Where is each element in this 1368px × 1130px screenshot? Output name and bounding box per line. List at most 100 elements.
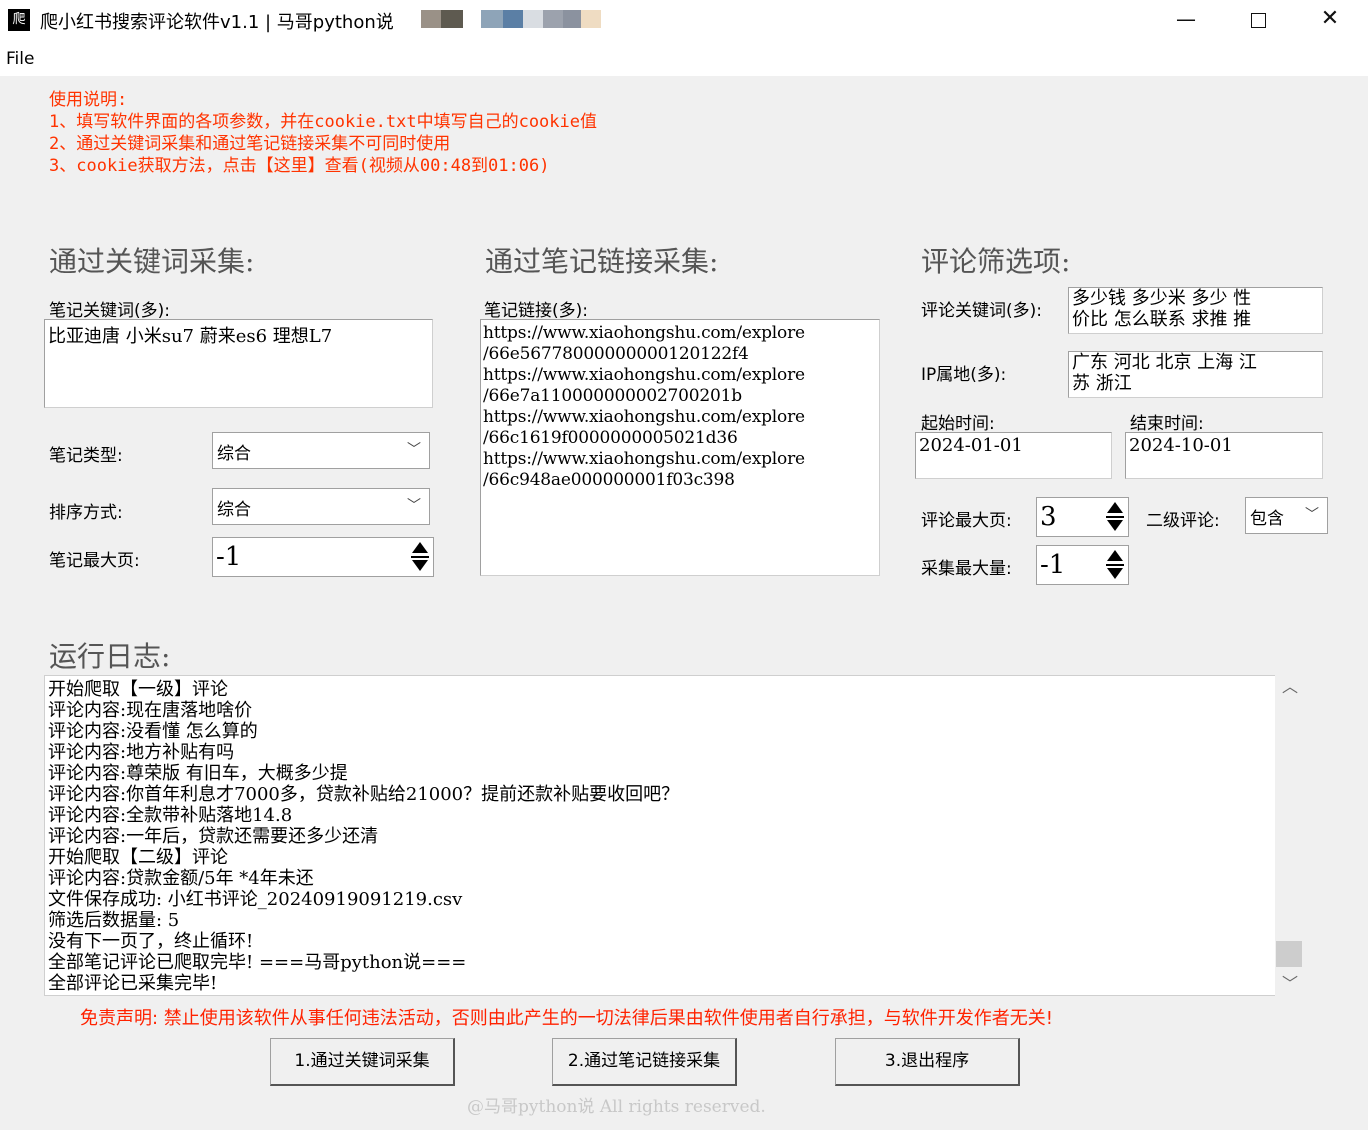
keyword-collect-button[interactable]: 1.通过关键词采集 bbox=[270, 1038, 455, 1086]
link-line: /66c948ae000000001f03c398 bbox=[483, 470, 735, 490]
exit-button[interactable]: 3.退出程序 bbox=[835, 1038, 1020, 1086]
instruction-line-1: 1、填写软件界面的各项参数，并在cookie.txt中填写自己的cookie值 bbox=[49, 112, 597, 132]
link-line: /66e7a110000000002700201b bbox=[483, 386, 742, 406]
note-type-label: 笔记类型: bbox=[49, 446, 123, 466]
end-time-value: 2024-10-01 bbox=[1129, 435, 1233, 456]
log-lines: 开始爬取【一级】评论 评论内容:现在唐落地啥价 评论内容:没看懂 怎么算的 评论… bbox=[48, 679, 679, 994]
keywords-input[interactable]: 比亚迪唐 小米su7 蔚来es6 理想L7 bbox=[44, 319, 433, 408]
spin-up-icon[interactable] bbox=[1107, 502, 1123, 513]
start-time-input[interactable]: 2024-01-01 bbox=[915, 432, 1112, 479]
sort-label: 排序方式: bbox=[49, 503, 123, 523]
max-count-value: -1 bbox=[1040, 550, 1066, 580]
ip-line: 广东 河北 北京 上海 江 bbox=[1072, 352, 1257, 373]
footer-copyright: @马哥python说 All rights reserved. bbox=[467, 1097, 766, 1117]
max-count-spinbox[interactable]: -1 bbox=[1036, 545, 1129, 585]
link-line: /66c1619f0000000005021d36 bbox=[483, 428, 738, 448]
filter-section-heading: 评论筛选项: bbox=[921, 245, 1071, 278]
end-time-label: 结束时间: bbox=[1130, 414, 1204, 434]
sort-select[interactable]: 综合 ﹀ bbox=[212, 488, 430, 525]
log-line: 全部评论已采集完毕! bbox=[48, 973, 218, 994]
comment-max-page-label: 评论最大页: bbox=[921, 511, 1012, 531]
log-line: 评论内容:一年后，贷款还需要还多少还清 bbox=[48, 826, 379, 847]
minimize-button[interactable]: — bbox=[1150, 0, 1222, 40]
log-output[interactable]: 开始爬取【一级】评论 评论内容:现在唐落地啥价 评论内容:没看懂 怎么算的 评论… bbox=[44, 675, 1305, 996]
close-icon: ✕ bbox=[1320, 6, 1340, 31]
instruction-line-2: 2、通过关键词采集和通过笔记链接采集不可同时使用 bbox=[49, 134, 451, 154]
keywords-label: 笔记关键词(多): bbox=[49, 301, 170, 321]
chevron-down-icon: ﹀ bbox=[407, 442, 421, 458]
minimize-icon: — bbox=[1176, 7, 1196, 31]
keyword-section-heading: 通过关键词采集: bbox=[49, 245, 255, 278]
spin-down-icon[interactable] bbox=[1107, 520, 1123, 531]
ip-line: 苏 浙江 bbox=[1072, 373, 1132, 394]
instruction-line-3[interactable]: 3、cookie获取方法，点击【这里】查看(视频从00:48到01:06) bbox=[49, 155, 549, 177]
keywords-value: 比亚迪唐 小米su7 蔚来es6 理想L7 bbox=[48, 326, 333, 347]
title-color-block bbox=[421, 10, 441, 28]
log-line: 开始爬取【一级】评论 bbox=[48, 679, 228, 700]
links-input[interactable]: https://www.xiaohongshu.com/explore /66e… bbox=[480, 319, 880, 576]
comment-keywords-label: 评论关键词(多): bbox=[921, 301, 1042, 321]
log-line: 评论内容:贷款金额/5年 *4年未还 bbox=[48, 868, 314, 889]
log-line: 评论内容:地方补贴有吗 bbox=[48, 742, 235, 763]
maximize-icon bbox=[1250, 13, 1266, 28]
spin-down-icon[interactable] bbox=[412, 560, 428, 571]
app-icon: 爬 bbox=[8, 9, 30, 31]
spin-down-icon[interactable] bbox=[1107, 568, 1123, 579]
title-color-block bbox=[481, 10, 503, 28]
log-line: 评论内容:没看懂 怎么算的 bbox=[48, 721, 258, 742]
log-line: 评论内容:你首年利息才7000多，贷款补贴给21000？提前还款补贴要收回吧？ bbox=[48, 784, 680, 805]
note-type-value: 综合 bbox=[217, 444, 251, 464]
link-line: https://www.xiaohongshu.com/explore bbox=[483, 365, 805, 385]
comment-keywords-input[interactable]: 多少钱 多少米 多少 性 价比 怎么联系 求推 推 bbox=[1068, 287, 1323, 334]
log-heading: 运行日志: bbox=[49, 640, 171, 673]
chevron-down-icon: ﹀ bbox=[407, 498, 421, 514]
log-line: 评论内容:尊荣版 有旧车，大概多少提 bbox=[48, 763, 348, 784]
max-count-label: 采集最大量: bbox=[921, 559, 1012, 579]
log-line: 评论内容:全款带补贴落地14.8 bbox=[48, 805, 293, 826]
comment-max-page-spinbox[interactable]: 3 bbox=[1036, 497, 1129, 537]
link-line: https://www.xiaohongshu.com/explore bbox=[483, 323, 805, 343]
spin-arrows[interactable] bbox=[1104, 548, 1126, 582]
link-section-heading: 通过笔记链接采集: bbox=[485, 245, 719, 278]
scroll-up-icon[interactable]: ︿ bbox=[1275, 675, 1305, 699]
log-line: 文件保存成功: 小红书评论_20240919091219.csv bbox=[48, 889, 463, 910]
spin-up-icon[interactable] bbox=[412, 542, 428, 553]
title-color-block bbox=[503, 10, 523, 28]
note-max-page-label: 笔记最大页: bbox=[49, 551, 140, 571]
link-line: https://www.xiaohongshu.com/explore bbox=[483, 407, 805, 427]
start-time-label: 起始时间: bbox=[921, 414, 995, 434]
close-button[interactable]: ✕ bbox=[1294, 0, 1366, 40]
end-time-input[interactable]: 2024-10-01 bbox=[1125, 432, 1323, 479]
instructions-title: 使用说明: bbox=[49, 90, 128, 110]
link-line: /66e56778000000000120122f4 bbox=[483, 344, 749, 364]
log-scrollbar[interactable]: ︿ ﹀ bbox=[1275, 675, 1305, 996]
link-collect-button[interactable]: 2.通过笔记链接采集 bbox=[552, 1038, 737, 1086]
menu-file[interactable]: File bbox=[6, 49, 34, 69]
title-color-block bbox=[523, 10, 543, 28]
title-color-block bbox=[543, 10, 563, 28]
ip-input[interactable]: 广东 河北 北京 上海 江 苏 浙江 bbox=[1068, 351, 1323, 398]
menu-bar: File bbox=[0, 40, 1368, 76]
maximize-button[interactable] bbox=[1222, 0, 1294, 40]
title-color-block bbox=[563, 10, 581, 28]
sort-value: 综合 bbox=[217, 500, 251, 520]
second-level-select[interactable]: 包含 ﹀ bbox=[1245, 497, 1328, 534]
scroll-down-icon[interactable]: ﹀ bbox=[1275, 972, 1305, 996]
spin-arrows[interactable] bbox=[409, 540, 431, 574]
log-line: 评论内容:现在唐落地啥价 bbox=[48, 700, 253, 721]
log-line: 开始爬取【二级】评论 bbox=[48, 847, 228, 868]
start-time-value: 2024-01-01 bbox=[919, 435, 1023, 456]
comment-keywords-line: 多少钱 多少米 多少 性 bbox=[1072, 288, 1252, 309]
note-type-select[interactable]: 综合 ﹀ bbox=[212, 432, 430, 469]
title-bar: 爬 爬小红书搜索评论软件v1.1 | 马哥python说 — ✕ bbox=[0, 0, 1368, 40]
window-title: 爬小红书搜索评论软件v1.1 | 马哥python说 bbox=[40, 12, 394, 33]
title-color-block bbox=[581, 10, 601, 28]
spin-up-icon[interactable] bbox=[1107, 550, 1123, 561]
note-max-page-spinbox[interactable]: -1 bbox=[212, 537, 434, 577]
ip-label: IP属地(多): bbox=[921, 365, 1007, 385]
links-label: 笔记链接(多): bbox=[484, 301, 588, 321]
disclaimer: 免责声明: 禁止使用该软件从事任何违法活动，否则由此产生的一切法律后果由软件使用… bbox=[80, 1008, 1053, 1029]
note-max-page-value: -1 bbox=[216, 542, 242, 572]
spin-arrows[interactable] bbox=[1104, 500, 1126, 534]
scroll-thumb[interactable] bbox=[1276, 941, 1302, 967]
